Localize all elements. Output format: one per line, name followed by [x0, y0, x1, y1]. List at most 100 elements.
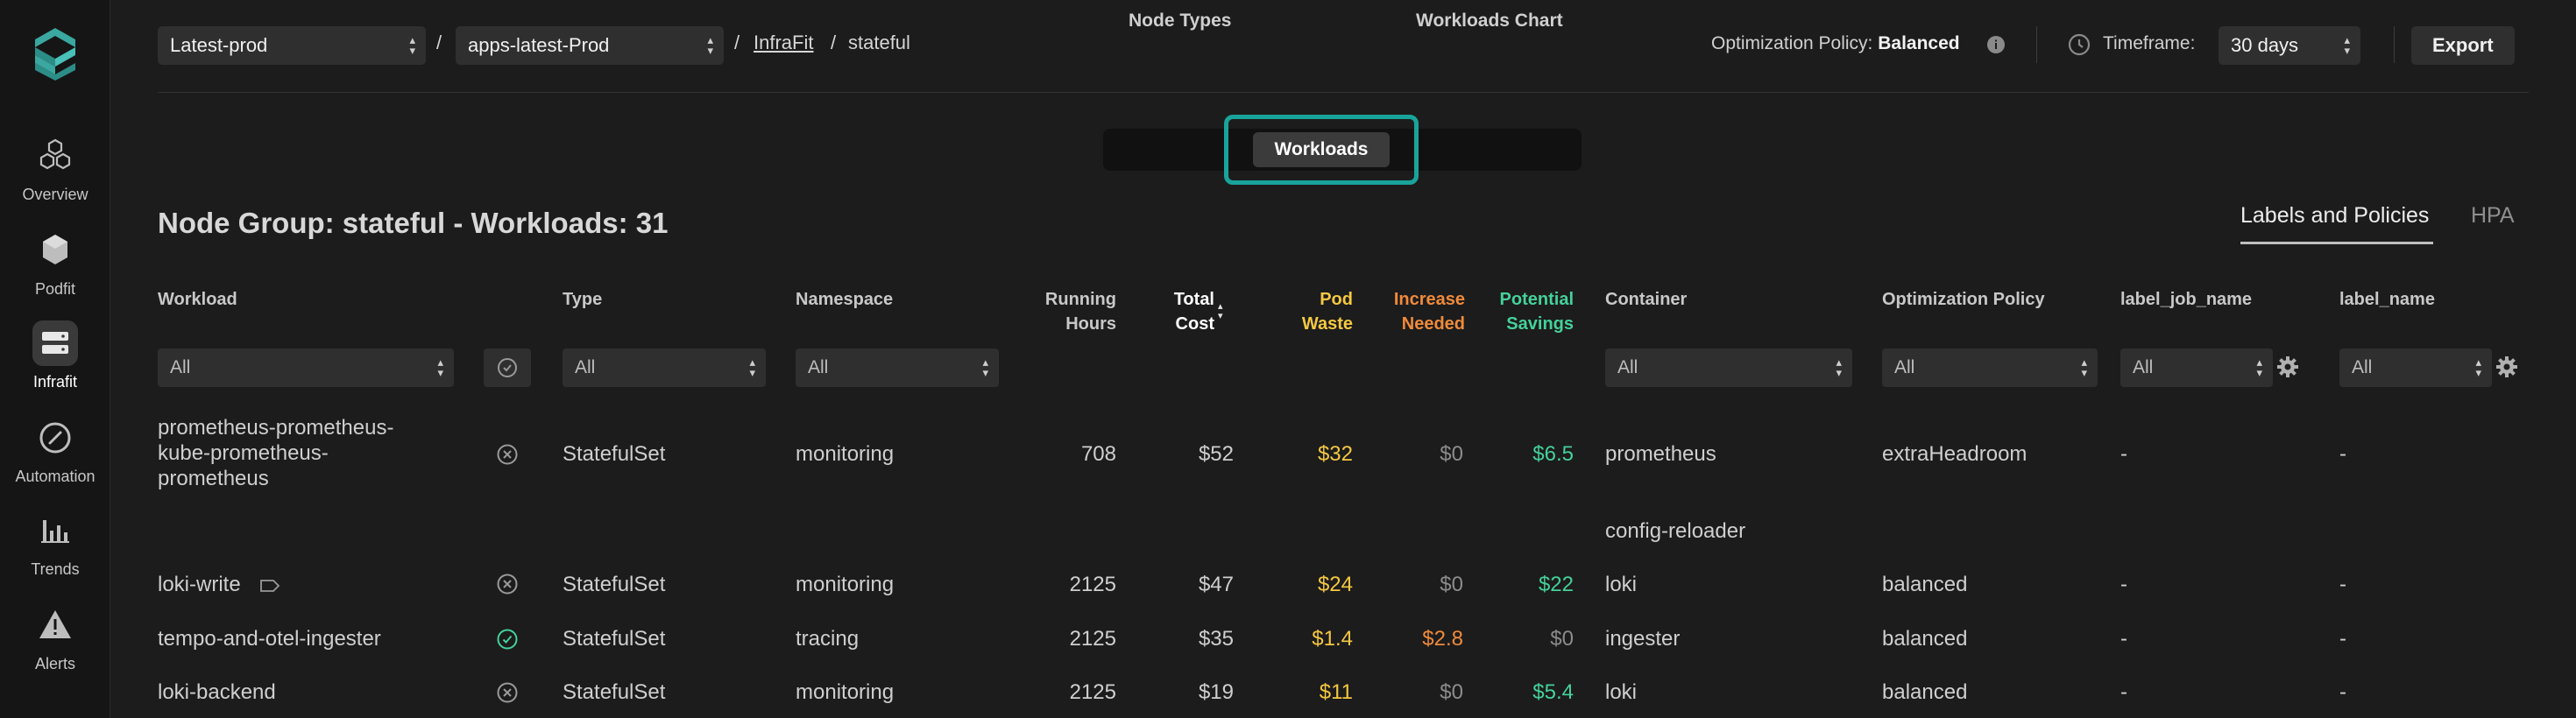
potential-savings: $0: [1550, 627, 1574, 651]
potential-savings: $6.5: [1532, 442, 1574, 466]
optimization-policy-value: extraHeadroom: [1882, 442, 2028, 466]
breadcrumb-separator: /: [436, 32, 442, 53]
check-circle-icon[interactable]: [496, 628, 519, 651]
container-name: loki: [1605, 680, 1638, 704]
label-name-value: -: [2339, 680, 2346, 704]
col-header-total-cost[interactable]: Total Cost: [1139, 287, 1214, 336]
workload-namespace: tracing: [796, 627, 860, 651]
tab-node-types[interactable]: Node Types: [1129, 0, 1231, 42]
sidebar-item-podfit[interactable]: Podfit: [0, 228, 110, 315]
label-job-name-value: -: [2120, 680, 2127, 704]
pod-waste: $24: [1317, 573, 1353, 596]
select-arrows-icon: ▴ ▾: [1836, 355, 1842, 379]
label-name-value: -: [2339, 442, 2346, 466]
label-job-name-value: -: [2120, 573, 2127, 596]
sort-icon[interactable]: ▴ ▾: [1218, 302, 1223, 321]
workload-type: StatefulSet: [563, 680, 666, 704]
running-hours: 2125: [1069, 573, 1116, 596]
col-header-type[interactable]: Type: [563, 287, 602, 312]
col-header-potential-savings[interactable]: Potential Savings: [1481, 287, 1574, 336]
gear-icon[interactable]: [2492, 352, 2522, 382]
container-name: prometheus: [1605, 442, 1716, 466]
col-header-label-job-name[interactable]: label_job_name: [2120, 287, 2252, 312]
tab-highlight-frame: [1224, 115, 1419, 185]
workload-type: StatefulSet: [563, 442, 666, 466]
type-filter[interactable]: All ▴ ▾: [563, 348, 766, 387]
workload-name[interactable]: loki-write: [158, 572, 241, 598]
status-filter-button[interactable]: [484, 348, 531, 387]
cluster-select[interactable]: Latest-prod ▴ ▾: [158, 26, 426, 65]
select-arrows-icon: ▴ ▾: [2081, 355, 2087, 379]
tab-labels-and-policies[interactable]: Labels and Policies: [2240, 203, 2429, 229]
x-circle-icon[interactable]: [496, 573, 519, 595]
running-hours: 2125: [1069, 680, 1116, 704]
sidebar-item-trends[interactable]: Trends: [0, 508, 110, 595]
col-header-label-name[interactable]: label_name: [2339, 287, 2435, 312]
container-filter[interactable]: All ▴ ▾: [1605, 348, 1852, 387]
workload-namespace: monitoring: [796, 573, 895, 596]
timeframe-label: Timeframe:: [2103, 33, 2196, 53]
optimization-policy: Optimization Policy: Balanced: [1711, 33, 1960, 53]
col-header-container[interactable]: Container: [1605, 287, 1687, 312]
label-job-name-filter[interactable]: All ▴ ▾: [2120, 348, 2273, 387]
container-name: ingester: [1605, 627, 1681, 651]
container-name: loki: [1605, 573, 1638, 596]
col-header-optimization-policy[interactable]: Optimization Policy: [1882, 287, 2045, 312]
total-cost: $47: [1198, 573, 1234, 596]
workload-namespace: monitoring: [796, 680, 895, 704]
sidebar-item-label: Podfit: [34, 280, 76, 298]
optimization-policy-value: balanced: [1882, 680, 1968, 704]
optimization-policy-value: balanced: [1882, 627, 1968, 651]
col-header-workload[interactable]: Workload: [158, 287, 237, 312]
info-icon[interactable]: [1986, 35, 2006, 54]
col-header-running-hours[interactable]: Running Hours: [1034, 287, 1116, 336]
export-button[interactable]: Export: [2411, 26, 2515, 65]
label-name-value: -: [2339, 627, 2346, 651]
gear-icon[interactable]: [2273, 352, 2303, 382]
tab-hpa[interactable]: HPA: [2471, 203, 2515, 229]
select-arrows-icon: ▴ ▾: [2256, 355, 2262, 379]
breadcrumb-infrafit-link[interactable]: InfraFit: [754, 32, 813, 54]
breadcrumb-separator: /: [734, 32, 740, 53]
cubes-icon: [39, 138, 71, 170]
workload-name[interactable]: loki-backend: [158, 679, 276, 706]
app-select[interactable]: apps-latest-Prod ▴ ▾: [456, 26, 724, 65]
label-name-value: -: [2339, 573, 2346, 596]
col-header-increase-needed[interactable]: Increase Needed: [1376, 287, 1465, 336]
increase-needed: $0: [1440, 573, 1463, 596]
tab-workloads-chart[interactable]: Workloads Chart: [1416, 0, 1563, 42]
policy-value: Balanced: [1878, 33, 1960, 53]
sidebar-item-alerts[interactable]: Alerts: [0, 602, 110, 690]
label-job-name-value: -: [2120, 627, 2127, 651]
sidebar-item-infrafit[interactable]: Infrafit: [0, 320, 110, 408]
workload-namespace: monitoring: [796, 442, 895, 466]
optimization-policy-filter[interactable]: All ▴ ▾: [1882, 348, 2098, 387]
select-arrows-icon: ▴ ▾: [2344, 33, 2350, 57]
divider: [2394, 26, 2395, 63]
pod-waste: $32: [1317, 442, 1353, 466]
increase-needed: $2.8: [1422, 627, 1463, 651]
cube-icon: [43, 235, 67, 264]
sidebar-item-overview[interactable]: Overview: [0, 133, 110, 221]
select-arrows-icon: ▴ ▾: [409, 33, 415, 57]
increase-needed: $0: [1440, 442, 1463, 466]
workload-name[interactable]: tempo-and-otel-ingester: [158, 626, 381, 652]
x-circle-icon[interactable]: [496, 681, 519, 704]
label-job-name-value: -: [2120, 442, 2127, 466]
total-cost: $52: [1198, 442, 1234, 466]
sidebar-item-automation[interactable]: Automation: [0, 415, 110, 503]
running-hours: 2125: [1069, 627, 1116, 651]
sidebar-item-label: Infrafit: [32, 373, 78, 391]
x-circle-icon[interactable]: [496, 443, 519, 466]
logo-icon[interactable]: [32, 26, 79, 82]
col-header-namespace[interactable]: Namespace: [796, 287, 893, 312]
server-icon: [32, 320, 78, 366]
col-header-pod-waste[interactable]: Pod Waste: [1279, 287, 1353, 336]
timeframe-select[interactable]: 30 days ▴ ▾: [2219, 26, 2360, 65]
pod-waste: $1.4: [1312, 627, 1353, 651]
namespace-filter[interactable]: All ▴ ▾: [796, 348, 999, 387]
check-circle-icon: [498, 358, 517, 377]
label-name-filter[interactable]: All ▴ ▾: [2339, 348, 2492, 387]
workload-name[interactable]: prometheus-prometheus- kube-prometheus- …: [158, 415, 393, 491]
workload-filter[interactable]: All ▴ ▾: [158, 348, 454, 387]
